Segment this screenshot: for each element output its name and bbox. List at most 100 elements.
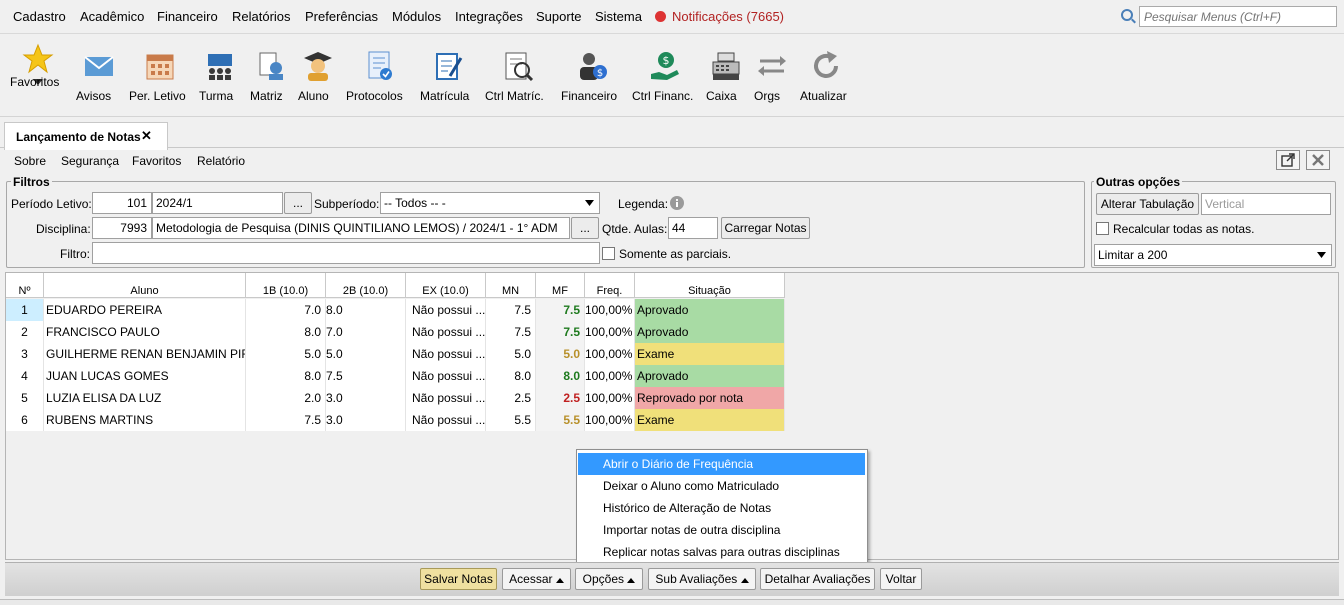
cell-n[interactable]: 3 [6,343,44,365]
submenu-sobre[interactable]: Sobre [14,154,46,168]
toolbar-financeiro-button[interactable]: $ Financeiro [561,50,623,103]
sub-avaliacoes-button[interactable]: Sub Avaliações [648,568,756,590]
cell-b2[interactable]: 3.0 [326,387,406,409]
cell-sit[interactable]: Aprovado [635,365,785,387]
cell-freq[interactable]: 100,00% [585,299,635,321]
cell-b2[interactable]: 7.5 [326,365,406,387]
qtde-aulas-input[interactable]: 44 [668,217,718,239]
column-header[interactable]: Situação [635,273,785,298]
salvar-notas-button[interactable]: Salvar Notas [420,568,497,590]
cell-b1[interactable]: 7.0 [246,299,326,321]
cell-freq[interactable]: 100,00% [585,409,635,431]
menu-preferencias[interactable]: Preferências [305,9,378,24]
recalcular-checkbox[interactable] [1096,222,1109,235]
cell-freq[interactable]: 100,00% [585,321,635,343]
cell-mf[interactable]: 7.5 [536,299,585,321]
cell-mn[interactable]: 8.0 [486,365,536,387]
periodo-value-input[interactable]: 2024/1 [152,192,283,214]
toolbar-matricula-button[interactable]: Matrícula [420,50,476,103]
menu-modulos[interactable]: Módulos [392,9,441,24]
cell-b1[interactable]: 2.0 [246,387,326,409]
submenu-relatorio[interactable]: Relatório [197,154,245,168]
disciplina-lookup-button[interactable]: ... [571,217,599,239]
menu-suporte[interactable]: Suporte [536,9,582,24]
ctx-abrir-diario[interactable]: Abrir o Diário de Frequência [578,453,865,475]
cell-b1[interactable]: 5.0 [246,343,326,365]
cell-b1[interactable]: 8.0 [246,365,326,387]
cell-freq[interactable]: 100,00% [585,387,635,409]
periodo-lookup-button[interactable]: ... [284,192,312,214]
cell-n[interactable]: 2 [6,321,44,343]
cell-mf[interactable]: 5.0 [536,343,585,365]
cell-mn[interactable]: 7.5 [486,321,536,343]
voltar-button[interactable]: Voltar [880,568,922,590]
menu-sistema[interactable]: Sistema [595,9,642,24]
menu-financeiro[interactable]: Financeiro [157,9,218,24]
popout-button[interactable] [1276,150,1300,170]
info-icon[interactable] [670,196,684,210]
cell-b1[interactable]: 7.5 [246,409,326,431]
toolbar-per-letivo-button[interactable]: Per. Letivo [129,50,191,103]
cell-freq[interactable]: 100,00% [585,343,635,365]
notifications-link[interactable]: Notificações (7665) [655,9,784,24]
ctx-historico-alteracao[interactable]: Histórico de Alteração de Notas [578,497,865,519]
cell-mf[interactable]: 2.5 [536,387,585,409]
cell-freq[interactable]: 100,00% [585,365,635,387]
cell-mn[interactable]: 5.0 [486,343,536,365]
column-header[interactable]: MF [536,273,585,298]
toolbar-caixa-button[interactable]: Caixa [706,50,746,103]
menu-relatorios[interactable]: Relatórios [232,9,291,24]
toolbar-orgs-button[interactable]: Orgs [754,50,790,103]
toolbar-favoritos-button[interactable]: Favoritos [10,43,66,89]
menu-cadastro[interactable]: Cadastro [13,9,66,24]
close-window-button[interactable] [1306,150,1330,170]
close-icon[interactable]: ✕ [141,128,152,144]
cell-ex[interactable]: Não possui ... [406,387,486,409]
toolbar-avisos-button[interactable]: Avisos [76,50,122,103]
carregar-notas-button[interactable]: Carregar Notas [721,217,810,239]
toolbar-ctrl-financ-button[interactable]: $ Ctrl Financ. [632,50,698,103]
disciplina-code-input[interactable]: 7993 [92,217,152,239]
submenu-favoritos[interactable]: Favoritos [132,154,181,168]
detalhar-avaliacoes-button[interactable]: Detalhar Avaliações [760,568,875,590]
cell-aluno[interactable]: EDUARDO PEREIRA [44,299,246,321]
ctx-deixar-matriculado[interactable]: Deixar o Aluno como Matriculado [578,475,865,497]
cell-sit[interactable]: Aprovado [635,299,785,321]
cell-sit[interactable]: Exame [635,343,785,365]
disciplina-value-input[interactable]: Metodologia de Pesquisa (DINIS QUINTILIA… [152,217,570,239]
cell-b1[interactable]: 8.0 [246,321,326,343]
cell-n[interactable]: 4 [6,365,44,387]
cell-aluno[interactable]: FRANCISCO PAULO [44,321,246,343]
alterar-tabulacao-button[interactable]: Alterar Tabulação [1096,193,1199,215]
limitar-select[interactable]: Limitar a 200 [1094,244,1332,266]
cell-b2[interactable]: 5.0 [326,343,406,365]
ctx-importar-notas[interactable]: Importar notas de outra disciplina [578,519,865,541]
cell-ex[interactable]: Não possui ... [406,321,486,343]
toolbar-matriz-button[interactable]: Matriz [250,50,290,103]
filtro-input[interactable] [92,242,600,264]
column-header[interactable]: EX (10.0) [406,273,486,298]
cell-sit[interactable]: Aprovado [635,321,785,343]
opcoes-button[interactable]: Opções [575,568,643,590]
column-header[interactable]: Freq. [585,273,635,298]
cell-ex[interactable]: Não possui ... [406,365,486,387]
periodo-code-input[interactable]: 101 [92,192,152,214]
column-header[interactable]: 1B (10.0) [246,273,326,298]
column-header[interactable]: 2B (10.0) [326,273,406,298]
somente-parciais-checkbox[interactable] [602,247,615,260]
toolbar-atualizar-button[interactable]: Atualizar [800,50,852,103]
ctx-replicar-notas[interactable]: Replicar notas salvas para outras discip… [578,541,865,563]
cell-ex[interactable]: Não possui ... [406,343,486,365]
menu-academico[interactable]: Acadêmico [80,9,144,24]
cell-b2[interactable]: 7.0 [326,321,406,343]
cell-b2[interactable]: 3.0 [326,409,406,431]
column-header[interactable]: Aluno [44,273,246,298]
cell-mn[interactable]: 5.5 [486,409,536,431]
acessar-button[interactable]: Acessar [502,568,571,590]
cell-aluno[interactable]: RUBENS MARTINS [44,409,246,431]
toolbar-ctrl-matric-button[interactable]: Ctrl Matríc. [485,50,551,103]
cell-ex[interactable]: Não possui ... [406,409,486,431]
cell-aluno[interactable]: LUZIA ELISA DA LUZ [44,387,246,409]
toolbar-protocolos-button[interactable]: Protocolos [346,50,412,103]
tabulacao-input[interactable]: Vertical [1201,193,1331,215]
